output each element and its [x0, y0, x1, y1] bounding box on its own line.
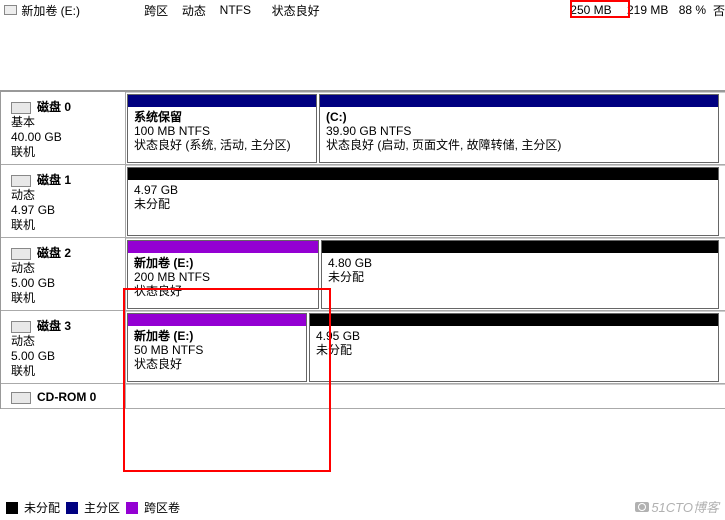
partition-size: 4.95 GB: [316, 329, 712, 343]
disk-row[interactable]: 磁盘 2动态5.00 GB联机新加卷 (E:)200 MB NTFS状态良好4.…: [1, 238, 725, 311]
disk-state: 联机: [11, 364, 119, 379]
watermark: 51CTO博客: [635, 497, 719, 516]
legend-swatch-unalloc: [6, 502, 18, 514]
camera-icon: [635, 502, 649, 512]
partition-size: 4.80 GB: [328, 256, 712, 270]
disk-kind: 动态: [11, 188, 119, 203]
disk-name: 磁盘 0: [37, 100, 71, 114]
col-percent: 88 %: [668, 3, 706, 17]
disk-state: 联机: [11, 145, 119, 160]
partition-size: 39.90 GB NTFS: [326, 124, 712, 138]
partition-status: 未分配: [328, 270, 712, 284]
disk-body: 4.97 GB未分配: [126, 165, 725, 237]
disk-kind: 动态: [11, 334, 119, 349]
disk-header[interactable]: 磁盘 1动态4.97 GB联机: [1, 165, 126, 237]
partition-bar: [320, 95, 718, 107]
partition-bar: [128, 168, 718, 180]
legend-swatch-spanned: [126, 502, 138, 514]
disk-icon: [11, 321, 31, 333]
disk-header[interactable]: 磁盘 3动态5.00 GB联机: [1, 311, 126, 383]
partition[interactable]: 4.97 GB未分配: [127, 167, 719, 236]
partition-size: 200 MB NTFS: [134, 270, 312, 284]
partition[interactable]: 4.95 GB未分配: [309, 313, 719, 382]
legend: 未分配 主分区 跨区卷: [6, 499, 180, 516]
partition-title: 新加卷 (E:): [134, 256, 312, 270]
partition-bar: [322, 241, 718, 253]
disk-header[interactable]: 磁盘 2动态5.00 GB联机: [1, 238, 126, 310]
disk-row[interactable]: 磁盘 3动态5.00 GB联机新加卷 (E:)50 MB NTFS状态良好4.9…: [1, 311, 725, 384]
disk-name: CD-ROM 0: [37, 390, 96, 404]
cdrom-icon: [11, 392, 31, 404]
col-name: 新加卷 (E:): [21, 2, 144, 19]
partition-status: 未分配: [134, 197, 712, 211]
partition-bar: [128, 95, 316, 107]
col-type: 动态: [182, 2, 220, 19]
disk-graphical-pane: 磁盘 0基本40.00 GB联机系统保留100 MB NTFS状态良好 (系统,…: [0, 90, 725, 409]
disk-size: 5.00 GB: [11, 349, 119, 364]
legend-label-primary: 主分区: [84, 499, 120, 516]
partition-content: (C:)39.90 GB NTFS状态良好 (启动, 页面文件, 故障转储, 主…: [320, 107, 718, 155]
disk-size: 4.97 GB: [11, 203, 119, 218]
partition-content: 4.97 GB未分配: [128, 180, 718, 214]
volume-icon: [4, 5, 17, 15]
disk-size: 40.00 GB: [11, 130, 119, 145]
partition-size: 4.97 GB: [134, 183, 712, 197]
disk-header[interactable]: CD-ROM 0: [1, 384, 126, 408]
partition-size: 100 MB NTFS: [134, 124, 310, 138]
disk-kind: 动态: [11, 261, 119, 276]
partition-title: (C:): [326, 110, 712, 124]
partition-title: 系统保留: [134, 110, 310, 124]
highlight-box-capacity: [570, 0, 630, 18]
disk-name: 磁盘 2: [37, 246, 71, 260]
disk-icon: [11, 102, 31, 114]
disk-icon: [11, 175, 31, 187]
legend-swatch-primary: [66, 502, 78, 514]
partition-status: 未分配: [316, 343, 712, 357]
disk-size: 5.00 GB: [11, 276, 119, 291]
partition-content: 4.95 GB未分配: [310, 326, 718, 360]
partition-content: 4.80 GB未分配: [322, 253, 718, 287]
col-fs: NTFS: [220, 3, 272, 17]
partition-status: 状态良好 (系统, 活动, 主分区): [134, 138, 310, 152]
cdrom-row[interactable]: CD-ROM 0: [1, 384, 725, 409]
partition[interactable]: (C:)39.90 GB NTFS状态良好 (启动, 页面文件, 故障转储, 主…: [319, 94, 719, 163]
highlight-box-spanned-volume: [123, 288, 331, 472]
disk-body: 系统保留100 MB NTFS状态良好 (系统, 活动, 主分区) (C:)39…: [126, 92, 725, 164]
disk-name: 磁盘 1: [37, 173, 71, 187]
partition-bar: [310, 314, 718, 326]
disk-kind: 基本: [11, 115, 119, 130]
disk-row[interactable]: 磁盘 1动态4.97 GB联机4.97 GB未分配: [1, 165, 725, 238]
partition[interactable]: 系统保留100 MB NTFS状态良好 (系统, 活动, 主分区): [127, 94, 317, 163]
col-status: 状态良好: [272, 2, 555, 19]
partition[interactable]: 4.80 GB未分配: [321, 240, 719, 309]
legend-label-unalloc: 未分配: [24, 499, 60, 516]
disk-name: 磁盘 3: [37, 319, 71, 333]
partition-status: 状态良好 (启动, 页面文件, 故障转储, 主分区): [326, 138, 712, 152]
col-tail: 否: [706, 2, 725, 19]
legend-label-spanned: 跨区卷: [144, 499, 180, 516]
col-layout: 跨区: [144, 2, 182, 19]
disk-state: 联机: [11, 218, 119, 233]
disk-row[interactable]: 磁盘 0基本40.00 GB联机系统保留100 MB NTFS状态良好 (系统,…: [1, 92, 725, 165]
disk-header[interactable]: 磁盘 0基本40.00 GB联机: [1, 92, 126, 164]
partition-content: 系统保留100 MB NTFS状态良好 (系统, 活动, 主分区): [128, 107, 316, 155]
disk-state: 联机: [11, 291, 119, 306]
disk-icon: [11, 248, 31, 260]
partition-bar: [128, 241, 318, 253]
